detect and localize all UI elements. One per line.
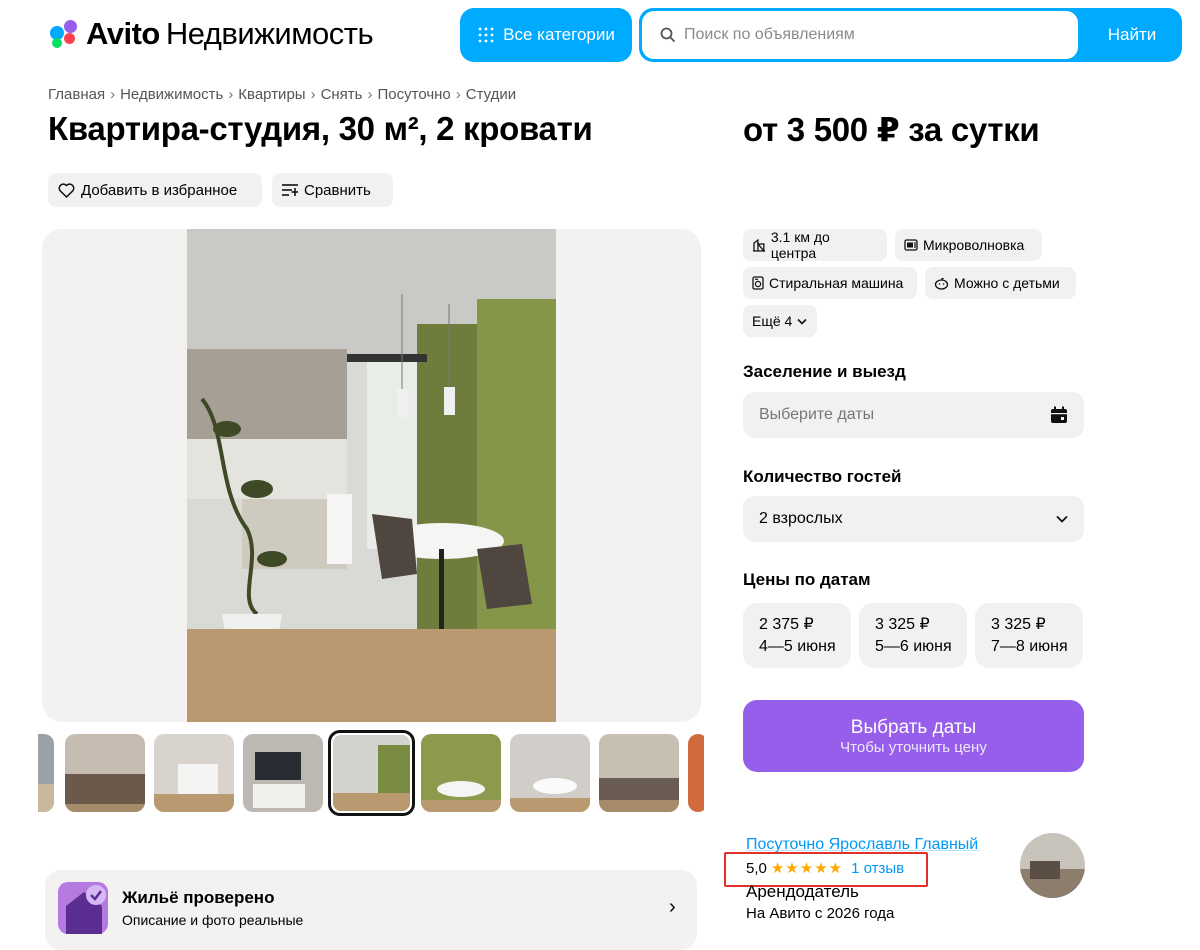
thumbnail-image	[599, 734, 679, 812]
listing-price: от 3 500 ₽ за сутки	[743, 111, 1040, 148]
date-price-card[interactable]: 3 325 ₽ 7—8 июня	[975, 603, 1083, 668]
breadcrumb-separator: ›	[455, 86, 461, 103]
logo-text: Avito Недвижимость	[86, 16, 374, 52]
grid-dots-icon	[478, 27, 494, 43]
all-categories-label: Все категории	[503, 25, 615, 44]
calendar-icon	[1051, 406, 1067, 423]
baby-icon	[934, 277, 949, 290]
breadcrumb-item[interactable]: Посуточно	[378, 86, 451, 103]
compare-label: Сравнить	[304, 181, 371, 199]
search-button[interactable]: Найти	[1082, 8, 1182, 62]
thumbnail[interactable]	[154, 734, 234, 812]
thumbnail-image	[688, 734, 704, 812]
favorite-label: Добавить в избранное	[81, 181, 238, 199]
photo-gallery[interactable]	[42, 229, 701, 722]
heart-icon	[58, 182, 75, 198]
more-label: Ещё 4	[752, 313, 793, 329]
thumbnail-image	[243, 734, 323, 812]
amenity-chip: Стиральная машина	[743, 267, 917, 299]
date-price-value: 3 325 ₽	[991, 616, 1046, 633]
date-price-card[interactable]: 2 375 ₽ 4—5 июня	[743, 603, 851, 668]
verified-subtitle: Описание и фото реальные	[122, 912, 304, 928]
logo-dots-icon	[48, 18, 80, 50]
breadcrumb-item[interactable]: Главная	[48, 86, 105, 103]
amenity-label: 3.1 км до центра	[770, 229, 830, 261]
microwave-icon	[904, 239, 918, 251]
thumbnail-image	[65, 734, 145, 812]
breadcrumb-item[interactable]: Снять	[321, 86, 363, 103]
date-price-dates: 7—8 июня	[991, 638, 1068, 655]
date-price-dates: 5—6 июня	[875, 638, 952, 655]
search-input[interactable]: Поиск по объявлениям	[642, 11, 1078, 59]
amenity-chip: 3.1 км до центра	[743, 229, 887, 261]
breadcrumb-separator: ›	[310, 86, 316, 103]
breadcrumb-item[interactable]: Квартиры	[238, 86, 305, 103]
logo-section: Недвижимость	[165, 16, 374, 51]
guests-value: 2 взрослых	[759, 510, 843, 527]
verified-housing-card[interactable]: Жильё проверено Описание и фото реальные…	[45, 870, 697, 950]
thumbnail[interactable]	[688, 734, 704, 812]
add-to-favorites-button[interactable]: Добавить в избранное	[48, 173, 262, 207]
seller-role: Арендодатель	[746, 882, 859, 901]
search-placeholder: Поиск по объявлениям	[684, 26, 855, 43]
amenity-label: Стиральная машина	[769, 275, 904, 291]
date-placeholder: Выберите даты	[759, 406, 875, 423]
seller-since: На Авито с 2026 года	[746, 905, 895, 922]
date-price-dates: 4—5 июня	[759, 638, 836, 655]
thumbnail-selected[interactable]	[328, 730, 415, 816]
cta-subtitle: Чтобы уточнить цену	[840, 738, 987, 756]
thumbnail[interactable]	[38, 734, 54, 812]
avito-logo[interactable]: Avito Недвижимость	[48, 14, 374, 54]
breadcrumb-item[interactable]: Недвижимость	[120, 86, 223, 103]
breadcrumb-separator: ›	[367, 86, 373, 103]
chevron-down-icon	[797, 318, 807, 325]
amenity-label: Микроволновка	[923, 237, 1025, 253]
amenity-label: Можно с детьми	[954, 275, 1060, 291]
amenity-chip: Можно с детьми	[925, 267, 1076, 299]
logo-brand: Avito	[86, 16, 160, 51]
thumbnail[interactable]	[421, 734, 501, 812]
chevron-down-icon	[1056, 515, 1068, 523]
breadcrumb-separator: ›	[228, 86, 234, 103]
date-price-card[interactable]: 3 325 ₽ 5—6 июня	[859, 603, 967, 668]
verified-title: Жильё проверено	[122, 888, 275, 907]
date-price-value: 2 375 ₽	[759, 616, 814, 633]
washer-icon	[752, 276, 764, 290]
amenity-chip: Микроволновка	[895, 229, 1042, 261]
breadcrumb-item[interactable]: Студии	[466, 86, 516, 103]
compare-icon	[282, 184, 298, 196]
main-photo[interactable]	[187, 229, 556, 722]
seller-avatar[interactable]	[1020, 833, 1085, 898]
choose-dates-button[interactable]: Выбрать даты Чтобы уточнить цену	[743, 700, 1084, 772]
thumbnail[interactable]	[599, 734, 679, 812]
search-icon	[660, 27, 675, 42]
thumbnail[interactable]	[65, 734, 145, 812]
thumbnail[interactable]	[510, 734, 590, 812]
thumbnail-image	[421, 734, 501, 812]
thumbnail-image	[154, 734, 234, 812]
chevron-right-icon: ›	[669, 896, 676, 918]
date-price-value: 3 325 ₽	[875, 616, 930, 633]
thumbnail-image	[38, 734, 54, 812]
checkin-label: Заселение и выезд	[743, 362, 906, 381]
guests-select[interactable]: 2 взрослых	[743, 496, 1084, 542]
breadcrumb-separator: ›	[110, 86, 116, 103]
compare-button[interactable]: Сравнить	[272, 173, 393, 207]
all-categories-button[interactable]: Все категории	[460, 8, 632, 62]
thumbnail[interactable]	[243, 734, 323, 812]
breadcrumb: Главная › Недвижимость › Квартиры › Снять › …	[48, 86, 516, 103]
thumbnail-image	[333, 735, 410, 811]
page-title: Квартира-студия, 30 м², 2 кровати	[48, 110, 593, 147]
cta-title: Выбрать даты	[850, 716, 977, 738]
thumbnail-image	[510, 734, 590, 812]
thumbnail-strip	[38, 730, 704, 816]
house-check-icon	[58, 882, 108, 934]
room-photo-image	[187, 229, 556, 722]
show-more-amenities-button[interactable]: Ещё 4	[743, 305, 817, 337]
date-picker-field[interactable]: Выберите даты	[743, 392, 1084, 438]
building-icon	[752, 238, 765, 252]
avatar-image	[1020, 833, 1085, 898]
prices-by-date-label: Цены по датам	[743, 570, 871, 589]
guests-label: Количество гостей	[743, 467, 902, 486]
